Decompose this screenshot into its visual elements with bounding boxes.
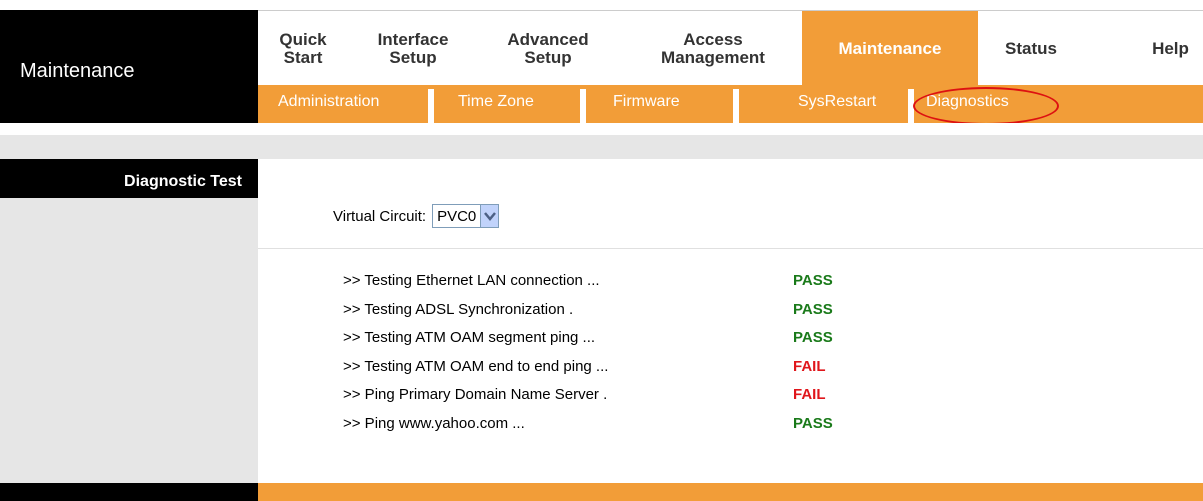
virtual-circuit-row: Virtual Circuit: PVC0 bbox=[333, 204, 500, 228]
test-label: >> Testing ADSL Synchronization . bbox=[343, 300, 574, 318]
test-label: >> Ping www.yahoo.com ... bbox=[343, 414, 525, 432]
nav-label: Advanced bbox=[507, 29, 589, 49]
nav-access-management[interactable]: Access Management bbox=[638, 11, 788, 86]
nav-label: Help bbox=[1152, 38, 1189, 58]
nav-interface-setup[interactable]: Interface Setup bbox=[358, 11, 468, 86]
gray-band bbox=[0, 123, 1203, 159]
nav-label: Interface bbox=[377, 29, 449, 49]
test-label: >> Testing ATM OAM end to end ping ... bbox=[343, 357, 609, 375]
nav-label: Access bbox=[683, 29, 743, 49]
test-result: PASS bbox=[793, 300, 833, 318]
test-result: PASS bbox=[793, 272, 833, 289]
nav-label: Quick bbox=[279, 29, 327, 49]
nav-advanced-setup[interactable]: Advanced Setup bbox=[488, 11, 608, 86]
nav-status[interactable]: Status bbox=[986, 11, 1076, 86]
main-nav: Quick Start Interface Setup Advanced Setup … bbox=[258, 10, 1203, 86]
nav-quick-start[interactable]: Quick Start bbox=[258, 11, 348, 86]
virtual-circuit-select[interactable]: PVC0 bbox=[432, 204, 500, 228]
left-column: Diagnostic Test bbox=[0, 159, 258, 483]
nav-label: Status bbox=[1005, 38, 1057, 58]
section-title: Maintenance bbox=[20, 60, 135, 82]
nav-label: Setup bbox=[389, 47, 437, 67]
highlight-ellipse bbox=[913, 87, 1059, 125]
sub-nav: Administration Time Zone Firmware SysRes… bbox=[258, 85, 1203, 123]
test-label: >> Testing ATM OAM segment ping ... bbox=[343, 329, 596, 346]
test-result: PASS bbox=[793, 414, 833, 432]
test-result: FAIL bbox=[793, 386, 826, 403]
virtual-circuit-value: PVC0 bbox=[437, 207, 477, 225]
nav-maintenance[interactable]: Maintenance bbox=[802, 11, 978, 86]
subnav-sysrestart[interactable]: SysRestart bbox=[798, 93, 876, 117]
chevron-down-icon[interactable] bbox=[480, 205, 499, 227]
test-result: FAIL bbox=[793, 357, 826, 375]
footer-left bbox=[0, 483, 258, 501]
test-result: PASS bbox=[793, 329, 833, 346]
test-label: >> Testing Ethernet LAN connection ... bbox=[343, 272, 600, 289]
subnav-separator bbox=[428, 89, 434, 123]
subnav-administration[interactable]: Administration bbox=[278, 93, 379, 117]
subnav-separator bbox=[580, 89, 586, 123]
subnav-separator bbox=[733, 89, 739, 123]
router-page: Maintenance Quick Start Interface Setup Ad… bbox=[0, 0, 1203, 501]
nav-label: Start bbox=[283, 47, 323, 67]
virtual-circuit-label: Virtual Circuit: bbox=[333, 207, 427, 225]
test-label: >> Ping Primary Domain Name Server . bbox=[343, 386, 608, 403]
footer-bar bbox=[258, 483, 1203, 501]
nav-label: Setup bbox=[524, 47, 572, 67]
nav-help[interactable]: Help bbox=[1138, 11, 1203, 86]
spacer bbox=[0, 123, 1203, 135]
diagnostic-test-header: Diagnostic Test bbox=[0, 159, 258, 198]
nav-label: Management bbox=[661, 47, 765, 67]
divider bbox=[258, 248, 1203, 249]
nav-label: Maintenance bbox=[838, 38, 942, 58]
subnav-firmware[interactable]: Firmware bbox=[613, 93, 680, 117]
subnav-time-zone[interactable]: Time Zone bbox=[458, 93, 534, 117]
